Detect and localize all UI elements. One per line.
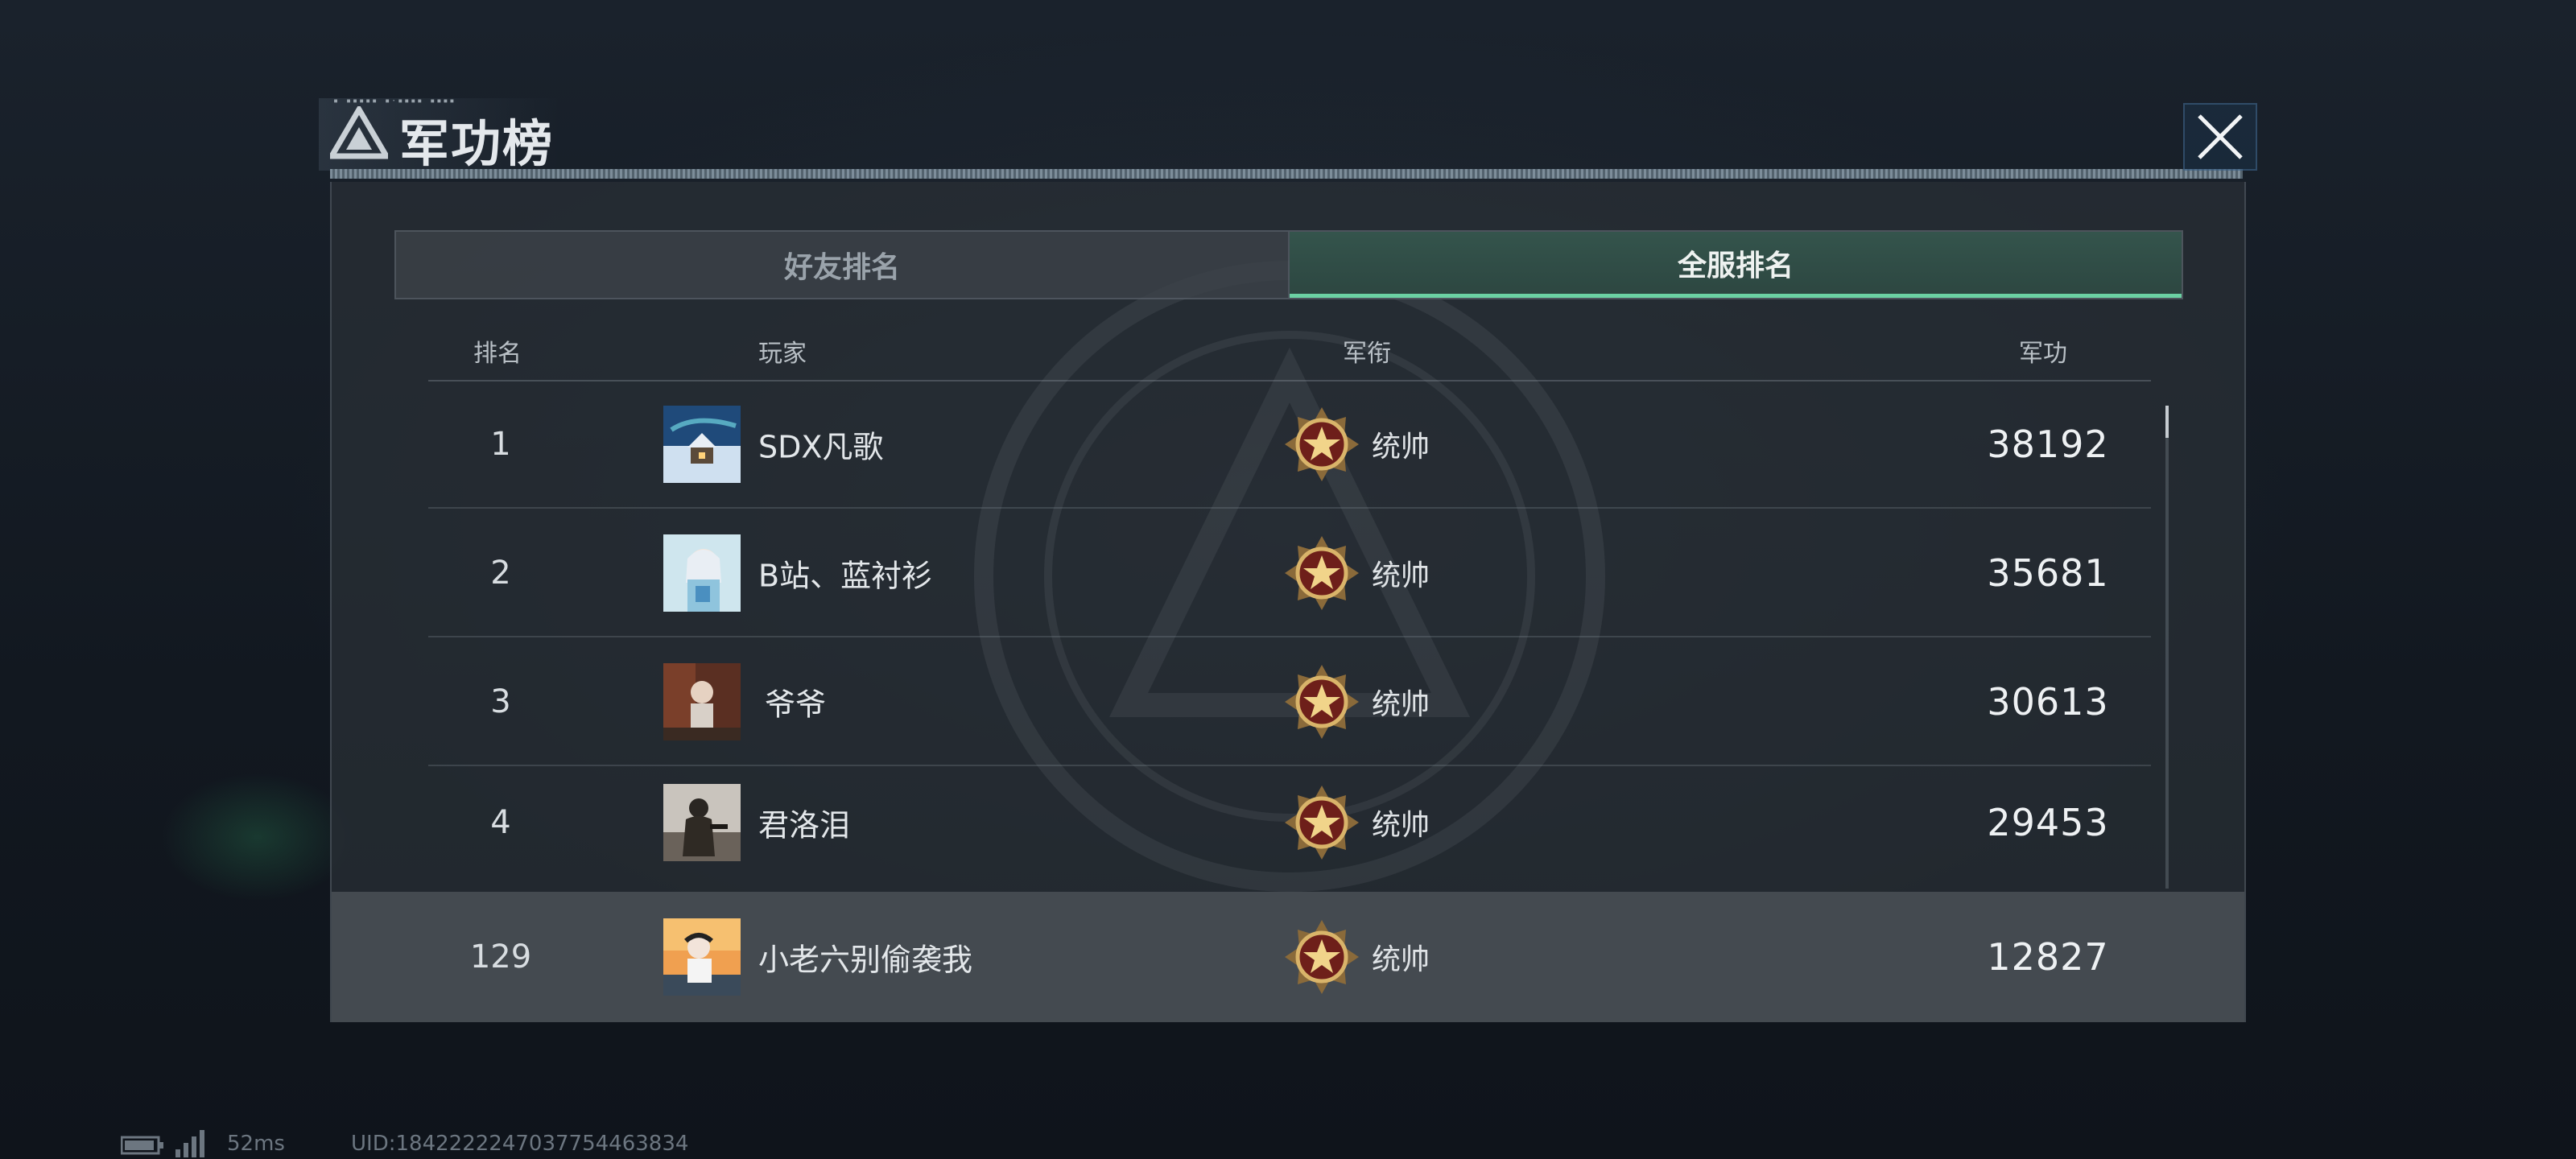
soldier-avatar-icon (663, 784, 741, 861)
merit-score: 30613 (1987, 680, 2109, 724)
rank-number: 3 (490, 683, 511, 720)
military-rank-name: 统帅 (1372, 809, 1430, 842)
player-avatar[interactable] (663, 406, 741, 483)
table-row[interactable]: 3 爷爷 统帅 30613 (428, 639, 2151, 766)
merit-score: 35681 (1987, 551, 2109, 595)
self-rank-number: 129 (469, 938, 532, 975)
military-rank-name: 统帅 (1372, 688, 1430, 721)
marshal-rank-badge-icon (1285, 536, 1359, 610)
military-rank-name: 统帅 (1372, 559, 1430, 592)
self-avatar[interactable] (663, 918, 741, 996)
rank-number: 4 (490, 804, 511, 841)
battery-icon (121, 1136, 163, 1155)
marshal-rank-badge-icon (1285, 665, 1359, 739)
rank-number: 1 (490, 426, 511, 463)
marshal-rank-badge-icon (1285, 920, 1359, 994)
marshal-rank-badge-icon (1285, 786, 1359, 860)
leaderboard-panel: 好友排名 全服排名 排名 玩家 军衔 军功 1 SDX凡歌 统帅 38192 2… (330, 182, 2246, 1022)
player-name: B站、蓝衬衫 (758, 558, 933, 594)
self-merit-score: 12827 (1987, 935, 2109, 979)
merit-score: 38192 (1987, 423, 2109, 466)
self-rank-row[interactable]: 129 小老六别偷袭我 统帅 12827 (332, 892, 2244, 1022)
tab-server-ranking[interactable]: 全服排名 (1290, 232, 2182, 298)
rank-number: 2 (490, 555, 511, 592)
player-avatar[interactable] (663, 784, 741, 861)
player-name: 爷爷 (765, 687, 827, 723)
player-avatar[interactable] (663, 663, 741, 740)
anime-girl-avatar-icon (663, 534, 741, 612)
background-glow (161, 773, 354, 901)
user-uid: UID:1842222247037754463834 (351, 1132, 689, 1156)
ping-readout: 52ms (227, 1132, 285, 1156)
signal-icon (175, 1130, 204, 1157)
portrait-avatar-icon (663, 663, 741, 740)
status-bar: 52ms UID:1842222247037754463834 (121, 1130, 845, 1159)
table-row[interactable]: 4 君洛泪 统帅 29453 (428, 768, 2151, 877)
ranking-tabs: 好友排名 全服排名 (394, 230, 2183, 299)
header-rank: 排名 (473, 340, 522, 368)
military-rank-name: 统帅 (1372, 431, 1430, 464)
self-player-name: 小老六别偷袭我 (758, 942, 973, 978)
table-header: 排名 玩家 军衔 军功 (428, 319, 2151, 382)
snowy-cabin-avatar-icon (663, 406, 741, 483)
close-icon (2198, 114, 2243, 159)
merit-score: 29453 (1987, 801, 2109, 844)
header-player: 玩家 (758, 340, 807, 368)
player-name: SDX凡歌 (758, 429, 884, 465)
sunset-girl-avatar-icon (663, 918, 741, 996)
list-scrollbar[interactable] (2165, 406, 2169, 889)
marshal-rank-badge-icon (1285, 407, 1359, 481)
leaderboard-titlebar: ▪ ▪▪▪▪▪ ▪·▪▪▪▪ ▪▪▪▪ 军功榜 (319, 95, 2257, 184)
header-title: 军衔 (1343, 340, 1391, 368)
table-row[interactable]: 1 SDX凡歌 统帅 38192 (428, 382, 2151, 509)
page-title: 军功榜 (399, 114, 555, 173)
table-row[interactable]: 2 B站、蓝衬衫 统帅 35681 (428, 510, 2151, 637)
player-name: 君洛泪 (758, 807, 851, 843)
tab-friends-ranking[interactable]: 好友排名 (396, 232, 1290, 298)
player-avatar[interactable] (663, 534, 741, 612)
scroll-thumb[interactable] (2165, 406, 2169, 438)
self-military-rank-name: 统帅 (1372, 943, 1430, 976)
title-divider (330, 169, 2243, 179)
close-button[interactable] (2183, 103, 2257, 171)
triangle-emblem-icon (330, 106, 388, 159)
header-merit: 军功 (2019, 340, 2067, 368)
